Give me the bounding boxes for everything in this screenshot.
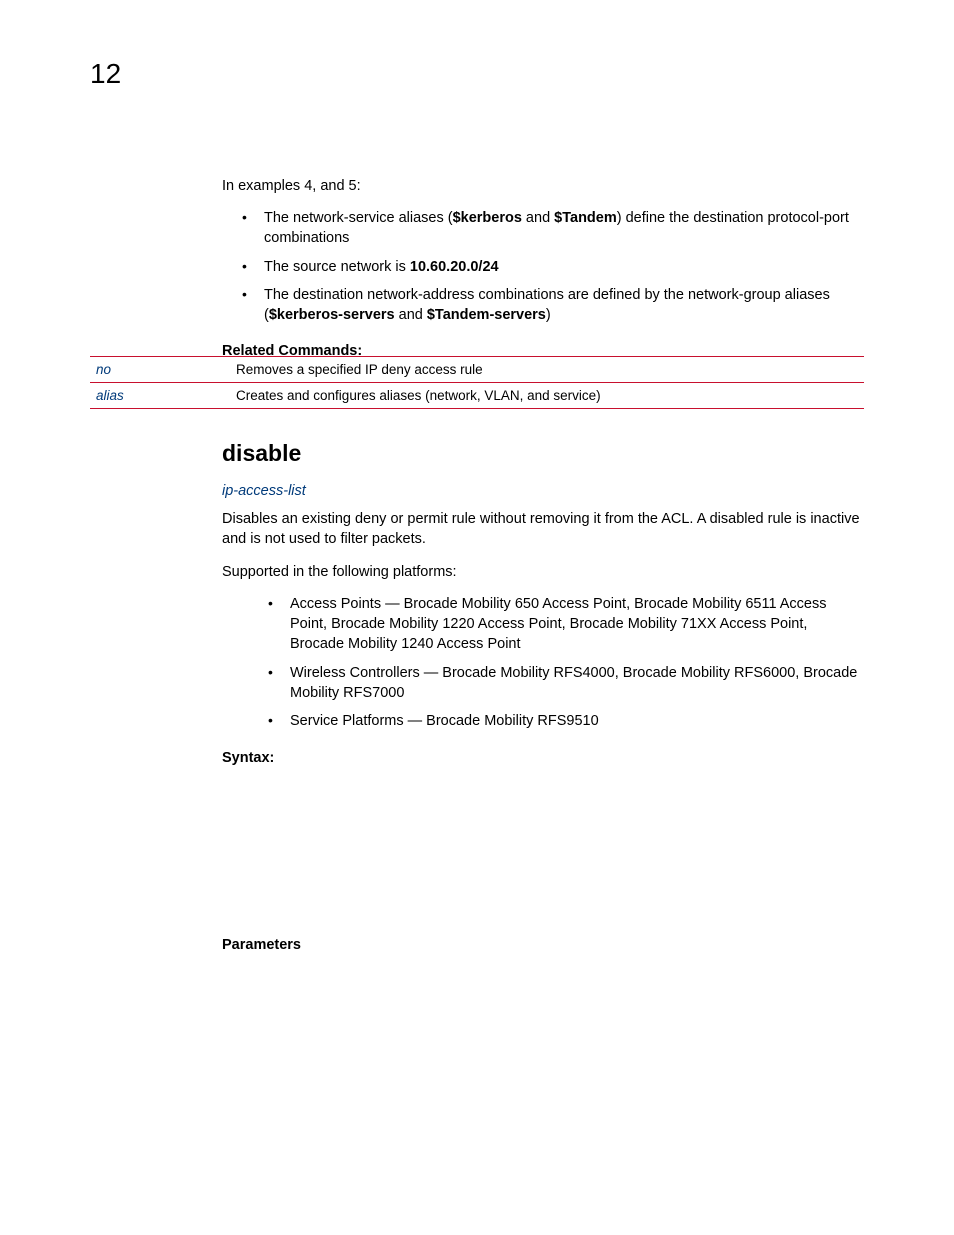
bold-text: $kerberos — [453, 210, 522, 226]
list-item: Wireless Controllers — Brocade Mobility … — [278, 663, 864, 704]
syntax-label: Syntax: — [222, 750, 864, 766]
subhead-link[interactable]: ip-access-list — [222, 483, 864, 499]
platform-list: Access Points — Brocade Mobility 650 Acc… — [222, 594, 864, 732]
command-link[interactable]: no — [90, 357, 230, 383]
intro-text: In examples 4, and 5: — [222, 178, 864, 194]
example-bullets: The network-service aliases ($kerberos a… — [222, 208, 864, 325]
table-row: alias Creates and configures aliases (ne… — [90, 383, 864, 409]
description-para: Disables an existing deny or permit rule… — [222, 509, 864, 550]
list-item: Service Platforms — Brocade Mobility RFS… — [278, 711, 864, 731]
parameters-label: Parameters — [222, 937, 301, 953]
text: The network-service aliases ( — [264, 210, 453, 226]
text: The source network is — [264, 259, 410, 275]
bold-text: 10.60.20.0/24 — [410, 259, 499, 275]
supported-intro: Supported in the following platforms: — [222, 562, 864, 582]
page-number: 12 — [90, 58, 121, 90]
command-desc: Creates and configures aliases (network,… — [230, 383, 864, 409]
bullet-3: The destination network-address combinat… — [252, 285, 864, 326]
related-commands-table: no Removes a specified IP deny access ru… — [90, 356, 864, 409]
text: ) — [546, 307, 551, 323]
section-heading: disable — [222, 440, 864, 467]
text: and — [395, 307, 427, 323]
bold-text: $kerberos-servers — [269, 307, 395, 323]
command-desc: Removes a specified IP deny access rule — [230, 357, 864, 383]
table-row: no Removes a specified IP deny access ru… — [90, 357, 864, 383]
bullet-2: The source network is 10.60.20.0/24 — [252, 257, 864, 277]
bullet-1: The network-service aliases ($kerberos a… — [252, 208, 864, 249]
bold-text: $Tandem-servers — [427, 307, 546, 323]
text: and — [522, 210, 554, 226]
content-block-1: In examples 4, and 5: The network-servic… — [222, 178, 864, 367]
bold-text: $Tandem — [554, 210, 617, 226]
list-item: Access Points — Brocade Mobility 650 Acc… — [278, 594, 864, 655]
content-block-2: disable ip-access-list Disables an exist… — [222, 440, 864, 774]
command-link[interactable]: alias — [90, 383, 230, 409]
